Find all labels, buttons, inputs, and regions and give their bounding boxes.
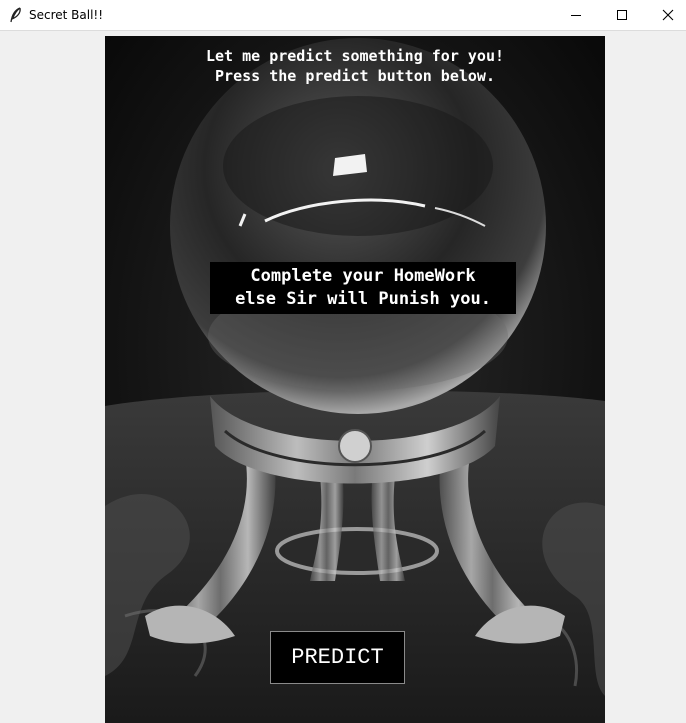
crystal-ball-canvas: Let me predict something for you! Press … xyxy=(105,36,605,723)
crystal-ball-image xyxy=(105,36,605,723)
title-bar: Secret Ball!! xyxy=(0,0,686,31)
maximize-button[interactable] xyxy=(599,0,645,30)
prediction-text: Complete your HomeWork else Sir will Pun… xyxy=(210,262,516,314)
close-icon xyxy=(662,9,674,21)
instruction-text: Let me predict something for you! Press … xyxy=(205,47,504,85)
window-title: Secret Ball!! xyxy=(29,8,104,22)
minimize-icon xyxy=(571,15,581,16)
feather-icon xyxy=(9,7,23,23)
close-button[interactable] xyxy=(645,0,686,30)
maximize-icon xyxy=(617,10,627,20)
predict-button[interactable]: PREDICT xyxy=(270,631,405,684)
minimize-button[interactable] xyxy=(553,0,599,30)
